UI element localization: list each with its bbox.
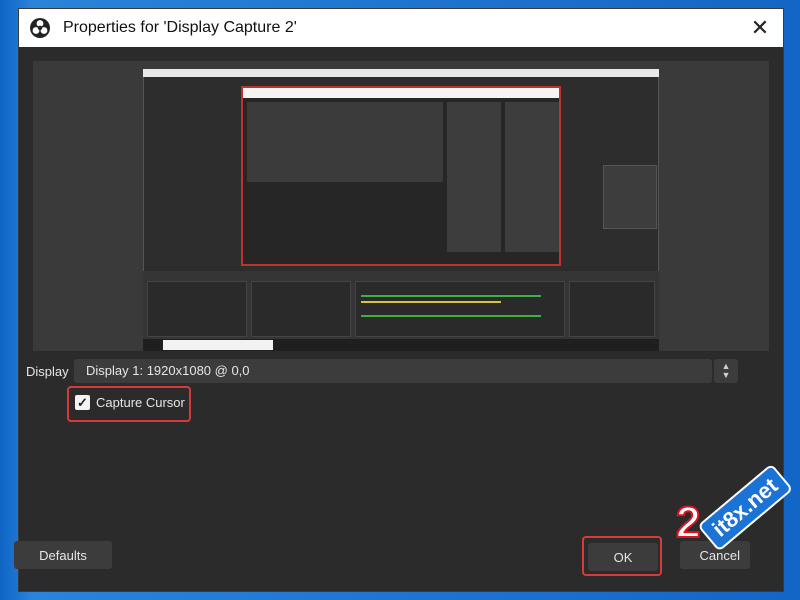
preview-screenshot bbox=[143, 69, 659, 351]
preview-audio-meter bbox=[361, 301, 501, 303]
capture-cursor-label[interactable]: Capture Cursor bbox=[96, 395, 185, 410]
chevron-down-icon: ▼ bbox=[721, 370, 731, 380]
preview-audio-meter bbox=[361, 315, 541, 317]
preview-nested-canvas bbox=[247, 102, 443, 182]
preview-taskbar-search bbox=[163, 340, 273, 350]
close-icon[interactable]: ✕ bbox=[737, 9, 783, 47]
preview-taskbar bbox=[143, 339, 659, 351]
preview-nested-dialog bbox=[241, 86, 561, 266]
title-bar: Properties for 'Display Capture 2' ✕ bbox=[19, 9, 783, 47]
preview-menubar bbox=[143, 69, 659, 77]
display-select-spinner[interactable]: ▲ ▼ bbox=[714, 359, 738, 383]
preview-nested-column bbox=[505, 102, 559, 252]
preview-sources-panel bbox=[251, 281, 351, 337]
step-number-annotation: 2 bbox=[675, 497, 702, 548]
preview-side-panel bbox=[603, 165, 657, 229]
preview-dock bbox=[143, 271, 659, 341]
capture-preview bbox=[33, 61, 769, 351]
display-select[interactable]: Display 1: 1920x1080 @ 0,0 bbox=[74, 359, 712, 383]
obs-logo-icon bbox=[30, 18, 50, 38]
preview-nested-column bbox=[447, 102, 501, 252]
ok-button[interactable]: OK bbox=[588, 543, 658, 571]
dialog-title: Properties for 'Display Capture 2' bbox=[63, 19, 297, 36]
preview-audio-meter bbox=[361, 295, 541, 297]
properties-dialog: Properties for 'Display Capture 2' ✕ bbox=[18, 8, 784, 592]
display-label: Display bbox=[26, 364, 69, 379]
defaults-button[interactable]: Defaults bbox=[14, 541, 112, 569]
capture-cursor-checkbox[interactable]: ✓ bbox=[75, 395, 90, 410]
preview-controls-panel bbox=[569, 281, 655, 337]
preview-nested-titlebar bbox=[243, 88, 559, 98]
preview-scenes-panel bbox=[147, 281, 247, 337]
preview-mixer-panel bbox=[355, 281, 565, 337]
